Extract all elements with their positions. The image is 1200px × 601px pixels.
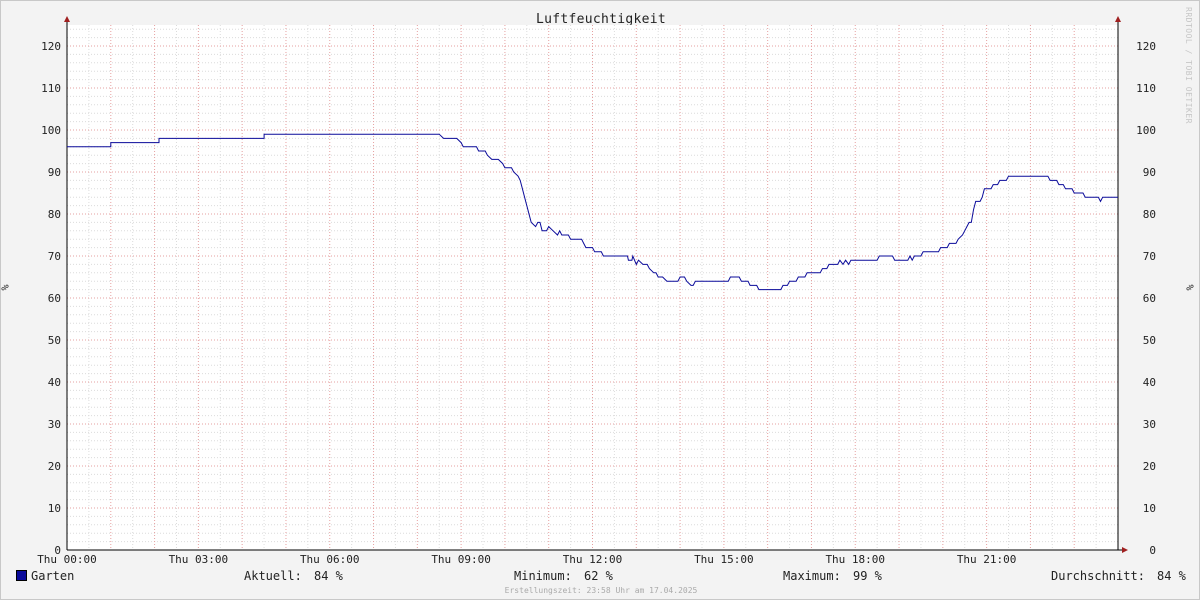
legend-max-value: 99 % [853,569,882,583]
x-tick-label: Thu 12:00 [563,553,623,566]
legend-swatch [16,570,27,581]
legend-series-name: Garten [31,569,75,583]
y-tick-label-right: 40 [1143,376,1156,389]
legend-current-label: Aktuell: [244,569,302,583]
legend-min-label: Minimum: [514,569,572,583]
y-tick-label-right: 80 [1143,208,1156,221]
x-tick-label: Thu 03:00 [169,553,229,566]
y-tick-label-right: 70 [1143,250,1156,263]
y-tick-label-right: 20 [1143,460,1156,473]
y-tick-label-right: 50 [1143,334,1156,347]
y-tick-label-left: 120 [41,40,61,53]
y-tick-label-left: 60 [48,292,61,305]
x-tick-label: Thu 06:00 [300,553,360,566]
y-tick-label-left: 40 [48,376,61,389]
chart-window: Luftfeuchtigkeit % % RRDTOOL / TOBI OETI… [0,0,1200,600]
x-axis-arrow [1122,547,1128,553]
y-tick-label-right: 90 [1143,166,1156,179]
x-tick-label: Thu 15:00 [694,553,754,566]
x-tick-label: Thu 21:00 [957,553,1017,566]
y-tick-label-right: 0 [1149,544,1156,557]
y-axis-arrow-left [64,16,70,22]
y-tick-label-left: 70 [48,250,61,263]
legend-avg-label: Durchschnitt: [1051,569,1145,583]
legend-avg-value: 84 % [1157,569,1186,583]
y-tick-label-right: 100 [1136,124,1156,137]
x-tick-label: Thu 00:00 [37,553,97,566]
y-tick-label-left: 90 [48,166,61,179]
legend: Garten Aktuell: 84 % Minimum: 62 % Maxim… [1,569,1200,585]
legend-current-value: 84 % [314,569,343,583]
y-tick-label-left: 50 [48,334,61,347]
legend-min-value: 62 % [584,569,613,583]
creation-timestamp: Erstellungszeit: 23:58 Uhr am 17.04.2025 [504,586,698,595]
y-tick-label-left: 10 [48,502,61,515]
y-tick-label-right: 120 [1136,40,1156,53]
legend-max-label: Maximum: [783,569,841,583]
x-tick-label: Thu 09:00 [431,553,491,566]
y-tick-label-right: 110 [1136,82,1156,95]
chart-canvas: 0 010 1020 2030 3040 4050 5060 6070 7080 8090 9010… [37,16,1156,566]
y-tick-label-left: 20 [48,460,61,473]
y-tick-label-right: 10 [1143,502,1156,515]
x-tick-label: Thu 18:00 [825,553,885,566]
y-tick-label-left: 30 [48,418,61,431]
y-tick-label-left: 80 [48,208,61,221]
y-tick-label-right: 30 [1143,418,1156,431]
y-axis-arrow-right [1115,16,1121,22]
y-tick-label-left: 100 [41,124,61,137]
y-tick-label-left: 110 [41,82,61,95]
y-tick-label-right: 60 [1143,292,1156,305]
